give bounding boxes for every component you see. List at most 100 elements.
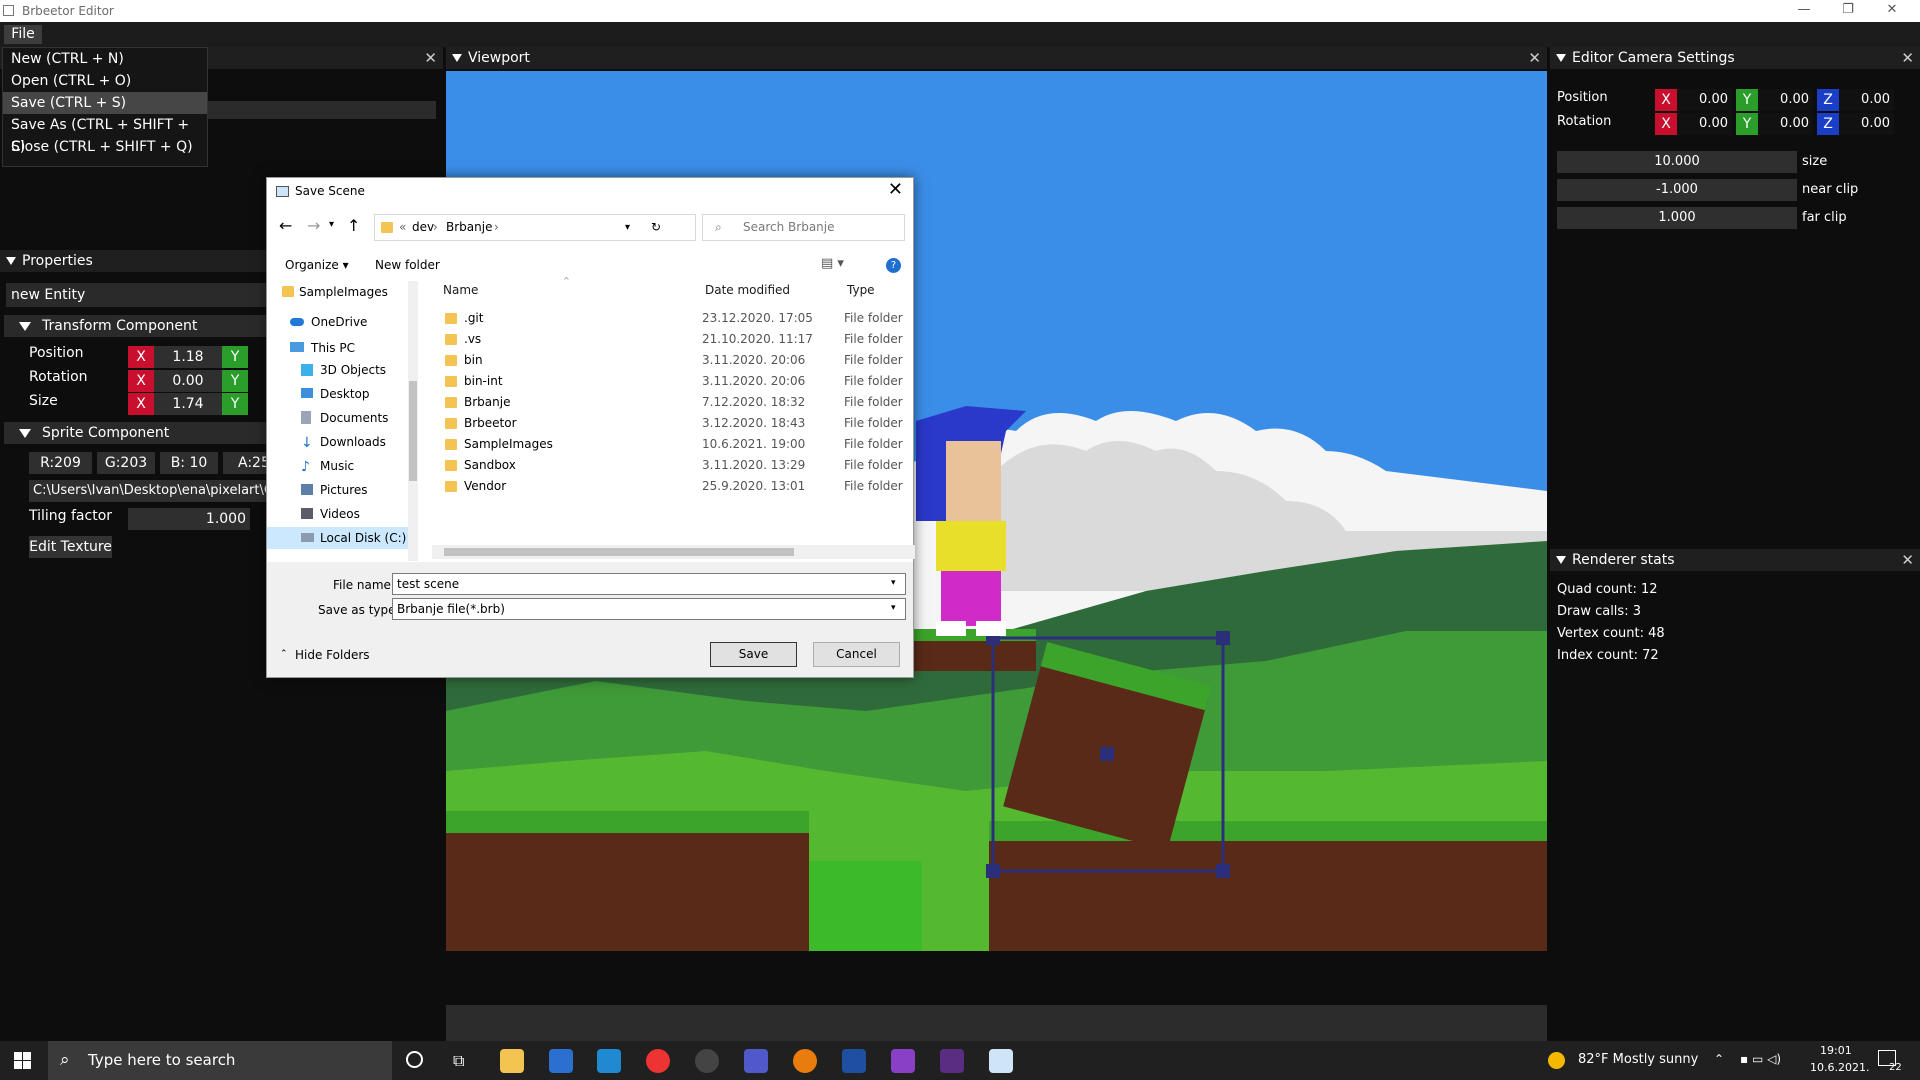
weather-icon[interactable] [1548, 1052, 1565, 1069]
type-dropdown-icon[interactable]: ▾ [891, 603, 896, 613]
cam-pos-x-field[interactable]: 0.00 [1677, 89, 1732, 111]
position-y-reset[interactable]: Y [222, 346, 248, 368]
nav-item-videos[interactable]: Videos [301, 503, 360, 525]
hide-folders-button[interactable]: Hide Folders [295, 648, 370, 662]
file-row[interactable]: .vs 21.10.2020. 11:17 File folder [443, 329, 913, 350]
color-a-field[interactable]: A:25 [223, 452, 270, 474]
clock-date[interactable]: 10.6.2021. [1810, 1061, 1869, 1074]
close-icon[interactable]: ✕ [1901, 47, 1914, 69]
breadcrumb-dev[interactable]: dev [412, 215, 434, 240]
powershell-icon[interactable] [842, 1049, 866, 1073]
save-as-type-select[interactable]: Brbanje file(*.brb) [392, 598, 906, 620]
menu-item-save-as[interactable]: Save As (CTRL + SHIFT + S) [3, 114, 207, 155]
maximize-button[interactable]: ❐ [1826, 0, 1870, 22]
tiling-factor-field[interactable]: 1.000 [128, 508, 250, 530]
clock-time[interactable]: 19:01 [1820, 1044, 1852, 1057]
nav-item-documents[interactable]: Documents [301, 407, 388, 429]
nav-item-desktop[interactable]: Desktop [301, 383, 370, 405]
file-row[interactable]: Sandbox 3.11.2020. 13:29 File folder [443, 455, 913, 476]
search-input[interactable]: Search Brbanje [702, 214, 905, 241]
app-icon[interactable] [597, 1049, 621, 1073]
transform-component-header[interactable]: Transform Component [4, 315, 270, 337]
column-date-modified[interactable]: Date modified [705, 283, 790, 297]
file-row[interactable]: .git 23.12.2020. 17:05 File folder [443, 308, 913, 329]
column-type[interactable]: Type [847, 283, 875, 297]
texture-path-field[interactable]: C:\Users\Ivan\Desktop\ena\pixelart\G [29, 480, 270, 502]
help-icon[interactable]: ? [886, 258, 901, 273]
size-x-field[interactable]: 1.74 [154, 393, 222, 415]
cam-rot-z-reset[interactable]: Z [1817, 113, 1839, 135]
terminal-icon[interactable] [940, 1049, 964, 1073]
close-window-button[interactable]: ✕ [1870, 0, 1914, 22]
close-icon[interactable]: ✕ [424, 47, 437, 69]
rotation-y-reset[interactable]: Y [222, 370, 248, 392]
teams-icon[interactable] [744, 1049, 768, 1073]
cam-pos-y-reset[interactable]: Y [1736, 89, 1758, 111]
entity-name-input[interactable]: new Entity [6, 283, 270, 307]
camera-size-field[interactable]: 10.000 [1557, 151, 1797, 173]
cam-pos-z-reset[interactable]: Z [1817, 89, 1839, 111]
new-folder-button[interactable]: New folder [375, 258, 440, 272]
file-row[interactable]: Brbeetor 3.12.2020. 18:43 File folder [443, 413, 913, 434]
file-menu[interactable]: File [4, 25, 42, 44]
up-arrow-icon[interactable]: ↑ [347, 216, 360, 235]
far-clip-field[interactable]: 1.000 [1557, 207, 1797, 229]
filename-input[interactable]: test scene [392, 573, 906, 595]
minimize-button[interactable]: — [1782, 0, 1826, 22]
color-g-field[interactable]: G:203 [97, 452, 155, 474]
cancel-button[interactable]: Cancel [813, 642, 900, 667]
file-row[interactable]: bin 3.11.2020. 20:06 File folder [443, 350, 913, 371]
taskbar-search-input[interactable]: Type here to search [48, 1041, 392, 1080]
weather-text[interactable]: 82°F Mostly sunny [1578, 1052, 1698, 1067]
collapse-icon[interactable] [6, 257, 16, 265]
cam-pos-x-reset[interactable]: X [1655, 89, 1677, 111]
chrome-icon[interactable] [646, 1049, 670, 1073]
nav-item-downloads[interactable]: ↓ Downloads [301, 431, 386, 453]
files-hscrollbar[interactable] [432, 545, 915, 559]
close-icon[interactable]: ✕ [1901, 549, 1914, 571]
editor-app-icon[interactable] [989, 1049, 1013, 1073]
nav-item-this-pc[interactable]: This PC [290, 337, 355, 359]
color-r-field[interactable]: R:209 [29, 452, 92, 474]
start-icon[interactable] [14, 1052, 31, 1069]
cam-rot-x-reset[interactable]: X [1655, 113, 1677, 135]
back-arrow-icon[interactable]: ← [279, 216, 292, 235]
media-icon[interactable] [695, 1049, 719, 1073]
cam-pos-z-field[interactable]: 0.00 [1839, 89, 1894, 111]
cam-pos-y-field[interactable]: 0.00 [1758, 89, 1813, 111]
organize-menu[interactable]: Organize ▾ [285, 258, 349, 272]
dialog-close-button[interactable]: ✕ [888, 179, 903, 200]
menu-item-close[interactable]: Close (CTRL + SHIFT + Q) [3, 136, 207, 158]
menu-item-save[interactable]: Save (CTRL + S) [3, 92, 207, 114]
nav-item-3d-objects[interactable]: 3D Objects [301, 359, 386, 381]
cam-rot-x-field[interactable]: 0.00 [1677, 113, 1732, 135]
size-y-reset[interactable]: Y [222, 393, 248, 415]
menu-item-open[interactable]: Open (CTRL + O) [3, 70, 207, 92]
forward-arrow-icon[interactable]: → [307, 216, 320, 235]
nav-item-music[interactable]: ♪ Music [301, 455, 354, 477]
nav-item-local-disk[interactable]: Local Disk (C:) [267, 527, 418, 549]
collapse-icon[interactable] [452, 54, 462, 62]
cam-rot-y-reset[interactable]: Y [1736, 113, 1758, 135]
size-x-reset[interactable]: X [128, 393, 154, 415]
filename-dropdown-icon[interactable]: ▾ [891, 578, 896, 588]
file-explorer-icon[interactable] [500, 1049, 524, 1073]
collapse-icon[interactable] [1556, 54, 1566, 62]
recent-chevron-icon[interactable]: ▾ [329, 219, 334, 230]
save-button[interactable]: Save [710, 642, 797, 667]
tray-icons[interactable]: ▪ ▭ ◁) [1740, 1052, 1781, 1066]
file-row[interactable]: Brbanje 7.12.2020. 18:32 File folder [443, 392, 913, 413]
visual-studio-icon[interactable] [891, 1049, 915, 1073]
address-dropdown-icon[interactable]: ▾ [625, 215, 630, 240]
file-row[interactable]: Vendor 25.9.2020. 13:01 File folder [443, 476, 913, 497]
edit-texture-button[interactable]: Edit Texture [29, 536, 112, 558]
cortana-icon[interactable] [406, 1051, 423, 1068]
file-row[interactable]: bin-int 3.11.2020. 20:06 File folder [443, 371, 913, 392]
view-options-icon[interactable]: ▤ ▾ [821, 256, 844, 271]
cam-rot-y-field[interactable]: 0.00 [1758, 113, 1813, 135]
store-icon[interactable] [549, 1049, 573, 1073]
address-bar[interactable]: « dev › Brbanje › ▾ ↻ [374, 214, 696, 241]
color-b-field[interactable]: B: 10 [160, 452, 218, 474]
nav-scrollbar[interactable] [408, 281, 418, 561]
rotation-x-reset[interactable]: X [128, 370, 154, 392]
